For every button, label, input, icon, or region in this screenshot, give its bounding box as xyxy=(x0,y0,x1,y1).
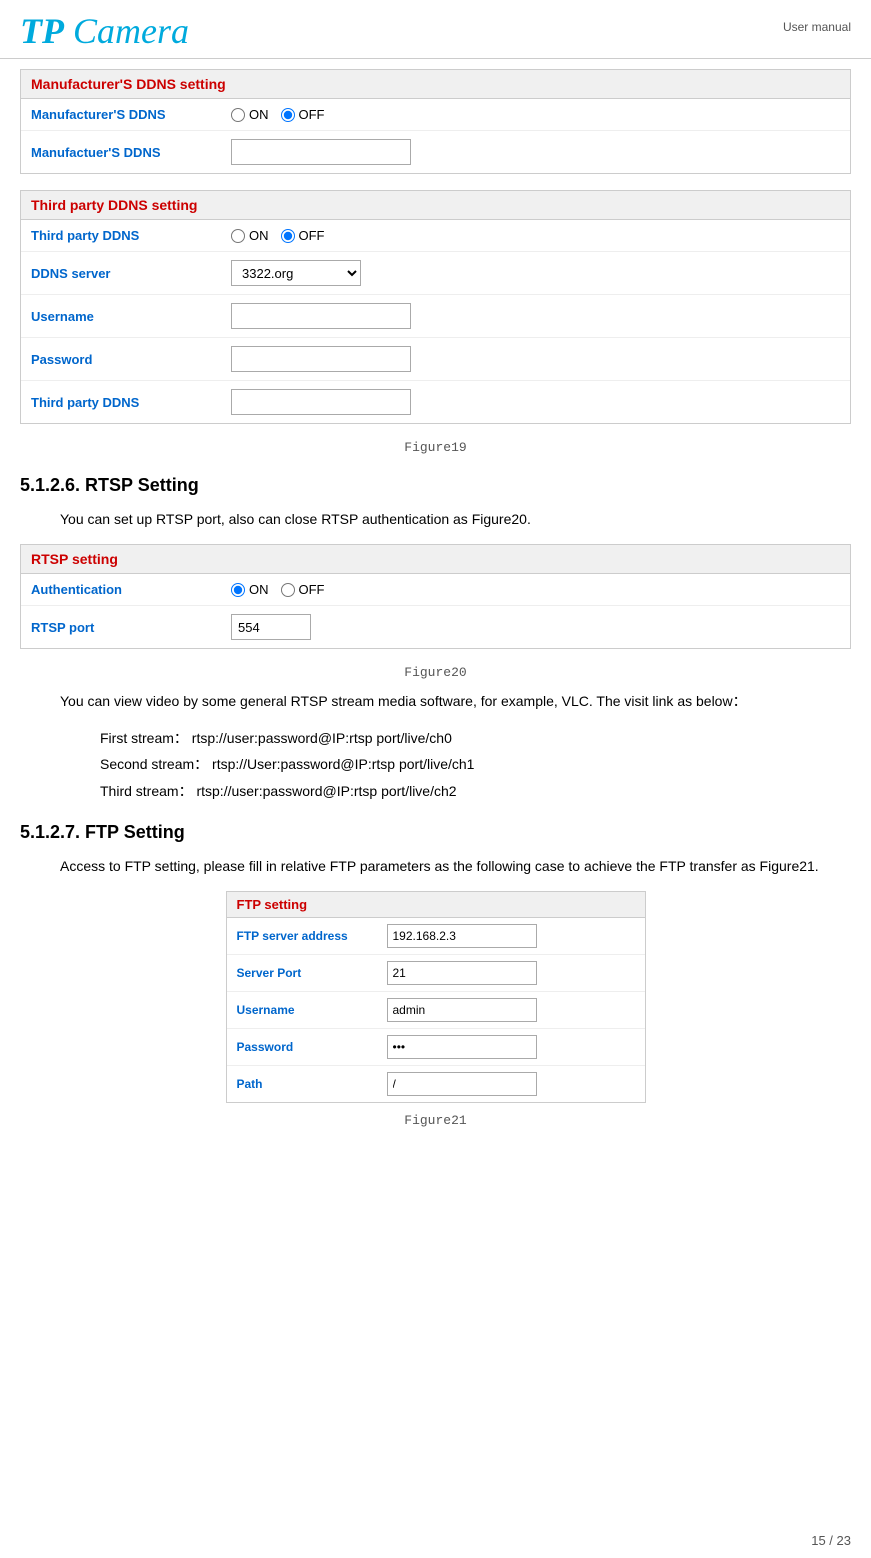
rtsp-row2: RTSP port xyxy=(21,606,850,648)
ftp-body-text: Access to FTP setting, please fill in re… xyxy=(20,855,851,877)
figure19-caption: Figure19 xyxy=(20,440,851,455)
third-party-ddns-on-item: ON xyxy=(231,228,269,243)
third-party-password-label: Password xyxy=(31,352,231,367)
third-party-ddns-row4: Password xyxy=(21,338,850,381)
ftp-server-address-input[interactable] xyxy=(387,924,537,948)
third-party-ddns-control1: ON OFF xyxy=(231,228,840,243)
manufacturer-ddns-label1: Manufacturer'S DDNS xyxy=(31,107,231,122)
rtsp-stream1: First stream： rtsp://user:password@IP:rt… xyxy=(20,727,851,749)
page-footer: 15 / 23 xyxy=(811,1533,851,1548)
manufacturer-ddns-header: Manufacturer'S DDNS setting xyxy=(21,70,850,99)
ftp-username-input[interactable] xyxy=(387,998,537,1022)
third-party-ddns-on-label: ON xyxy=(249,228,269,243)
manufacturer-ddns-radio-group: ON OFF xyxy=(231,107,325,122)
authentication-on-label: ON xyxy=(249,582,269,597)
logo: TP Camera xyxy=(20,10,189,52)
third-party-ddns-row1: Third party DDNS ON OFF xyxy=(21,220,850,252)
rtsp-setting-box: RTSP setting Authentication ON OFF RTSP … xyxy=(20,544,851,649)
manufacturer-ddns-on-radio[interactable] xyxy=(231,108,245,122)
ftp-row1: FTP server address xyxy=(227,918,645,955)
manufacturer-ddns-control2 xyxy=(231,139,840,165)
rtsp-body-line1: You can view video by some general RTSP … xyxy=(20,690,851,712)
ftp-row2: Server Port xyxy=(227,955,645,992)
third-party-username-input[interactable] xyxy=(231,303,411,329)
ftp-outer: FTP setting FTP server address Server Po… xyxy=(20,891,851,1103)
rtsp-section-heading: 5.1.2.6. RTSP Setting xyxy=(20,475,851,496)
authentication-on-radio[interactable] xyxy=(231,583,245,597)
ftp-setting-box: FTP setting FTP server address Server Po… xyxy=(226,891,646,1103)
ftp-row3: Username xyxy=(227,992,645,1029)
manufacturer-ddns-row1: Manufacturer'S DDNS ON OFF xyxy=(21,99,850,131)
rtsp-setting-header: RTSP setting xyxy=(21,545,850,574)
ddns-server-label: DDNS server xyxy=(31,266,231,281)
authentication-on-item: ON xyxy=(231,582,269,597)
third-party-ddns-control5 xyxy=(231,389,840,415)
rtsp-port-label: RTSP port xyxy=(31,620,231,635)
third-party-ddns-radio-group: ON OFF xyxy=(231,228,325,243)
ftp-row5: Path xyxy=(227,1066,645,1102)
manufacturer-ddns-box: Manufacturer'S DDNS setting Manufacturer… xyxy=(20,69,851,174)
rtsp-body-text: You can set up RTSP port, also can close… xyxy=(20,508,851,530)
ftp-server-port-label: Server Port xyxy=(237,966,387,980)
third-party-username-control xyxy=(231,303,840,329)
authentication-off-item: OFF xyxy=(281,582,325,597)
ftp-section-heading: 5.1.2.7. FTP Setting xyxy=(20,822,851,843)
authentication-control: ON OFF xyxy=(231,582,840,597)
ftp-path-label: Path xyxy=(237,1077,387,1091)
ftp-setting-header: FTP setting xyxy=(227,892,645,918)
authentication-label: Authentication xyxy=(31,582,231,597)
third-party-ddns-off-radio[interactable] xyxy=(281,229,295,243)
manufacturer-ddns-input[interactable] xyxy=(231,139,411,165)
third-party-ddns-header: Third party DDNS setting xyxy=(21,191,850,220)
third-party-password-input[interactable] xyxy=(231,346,411,372)
third-party-password-control xyxy=(231,346,840,372)
third-party-ddns-label5: Third party DDNS xyxy=(31,395,231,410)
page-content: Manufacturer'S DDNS setting Manufacturer… xyxy=(0,69,871,1158)
authentication-off-radio[interactable] xyxy=(281,583,295,597)
figure20-caption: Figure20 xyxy=(20,665,851,680)
ftp-username-label: Username xyxy=(237,1003,387,1017)
logo-area: TP Camera xyxy=(20,10,189,52)
rtsp-stream3: Third stream： rtsp://user:password@IP:rt… xyxy=(20,780,851,802)
third-party-ddns-off-label: OFF xyxy=(299,228,325,243)
third-party-ddns-row2: DDNS server 3322.org xyxy=(21,252,850,295)
ftp-password-input[interactable] xyxy=(387,1035,537,1059)
ftp-row4: Password xyxy=(227,1029,645,1066)
manufacturer-ddns-off-radio[interactable] xyxy=(281,108,295,122)
manufacturer-ddns-row2: Manufactuer'S DDNS xyxy=(21,131,850,173)
figure21-caption: Figure21 xyxy=(20,1113,851,1128)
rtsp-row1: Authentication ON OFF xyxy=(21,574,850,606)
third-party-ddns-off-item: OFF xyxy=(281,228,325,243)
ftp-password-label: Password xyxy=(237,1040,387,1054)
rtsp-port-control xyxy=(231,614,840,640)
rtsp-port-input[interactable] xyxy=(231,614,311,640)
ddns-server-control: 3322.org xyxy=(231,260,840,286)
ftp-server-address-label: FTP server address xyxy=(237,929,387,943)
authentication-radio-group: ON OFF xyxy=(231,582,325,597)
manufacturer-ddns-control1: ON OFF xyxy=(231,107,840,122)
user-manual-label: User manual xyxy=(783,10,851,34)
third-party-ddns-label1: Third party DDNS xyxy=(31,228,231,243)
third-party-ddns-row5: Third party DDNS xyxy=(21,381,850,423)
authentication-off-label: OFF xyxy=(299,582,325,597)
ddns-server-select[interactable]: 3322.org xyxy=(231,260,361,286)
manufacturer-ddns-label2: Manufactuer'S DDNS xyxy=(31,145,231,160)
ftp-server-port-input[interactable] xyxy=(387,961,537,985)
manufacturer-ddns-off-item: OFF xyxy=(281,107,325,122)
third-party-username-label: Username xyxy=(31,309,231,324)
manufacturer-ddns-on-item: ON xyxy=(231,107,269,122)
rtsp-stream2: Second stream： rtsp://User:password@IP:r… xyxy=(20,753,851,775)
third-party-ddns-row3: Username xyxy=(21,295,850,338)
third-party-ddns-box: Third party DDNS setting Third party DDN… xyxy=(20,190,851,424)
manufacturer-ddns-on-label: ON xyxy=(249,107,269,122)
page-header: TP Camera User manual xyxy=(0,0,871,59)
third-party-ddns-on-radio[interactable] xyxy=(231,229,245,243)
manufacturer-ddns-off-label: OFF xyxy=(299,107,325,122)
ftp-path-input[interactable] xyxy=(387,1072,537,1096)
third-party-ddns-input5[interactable] xyxy=(231,389,411,415)
